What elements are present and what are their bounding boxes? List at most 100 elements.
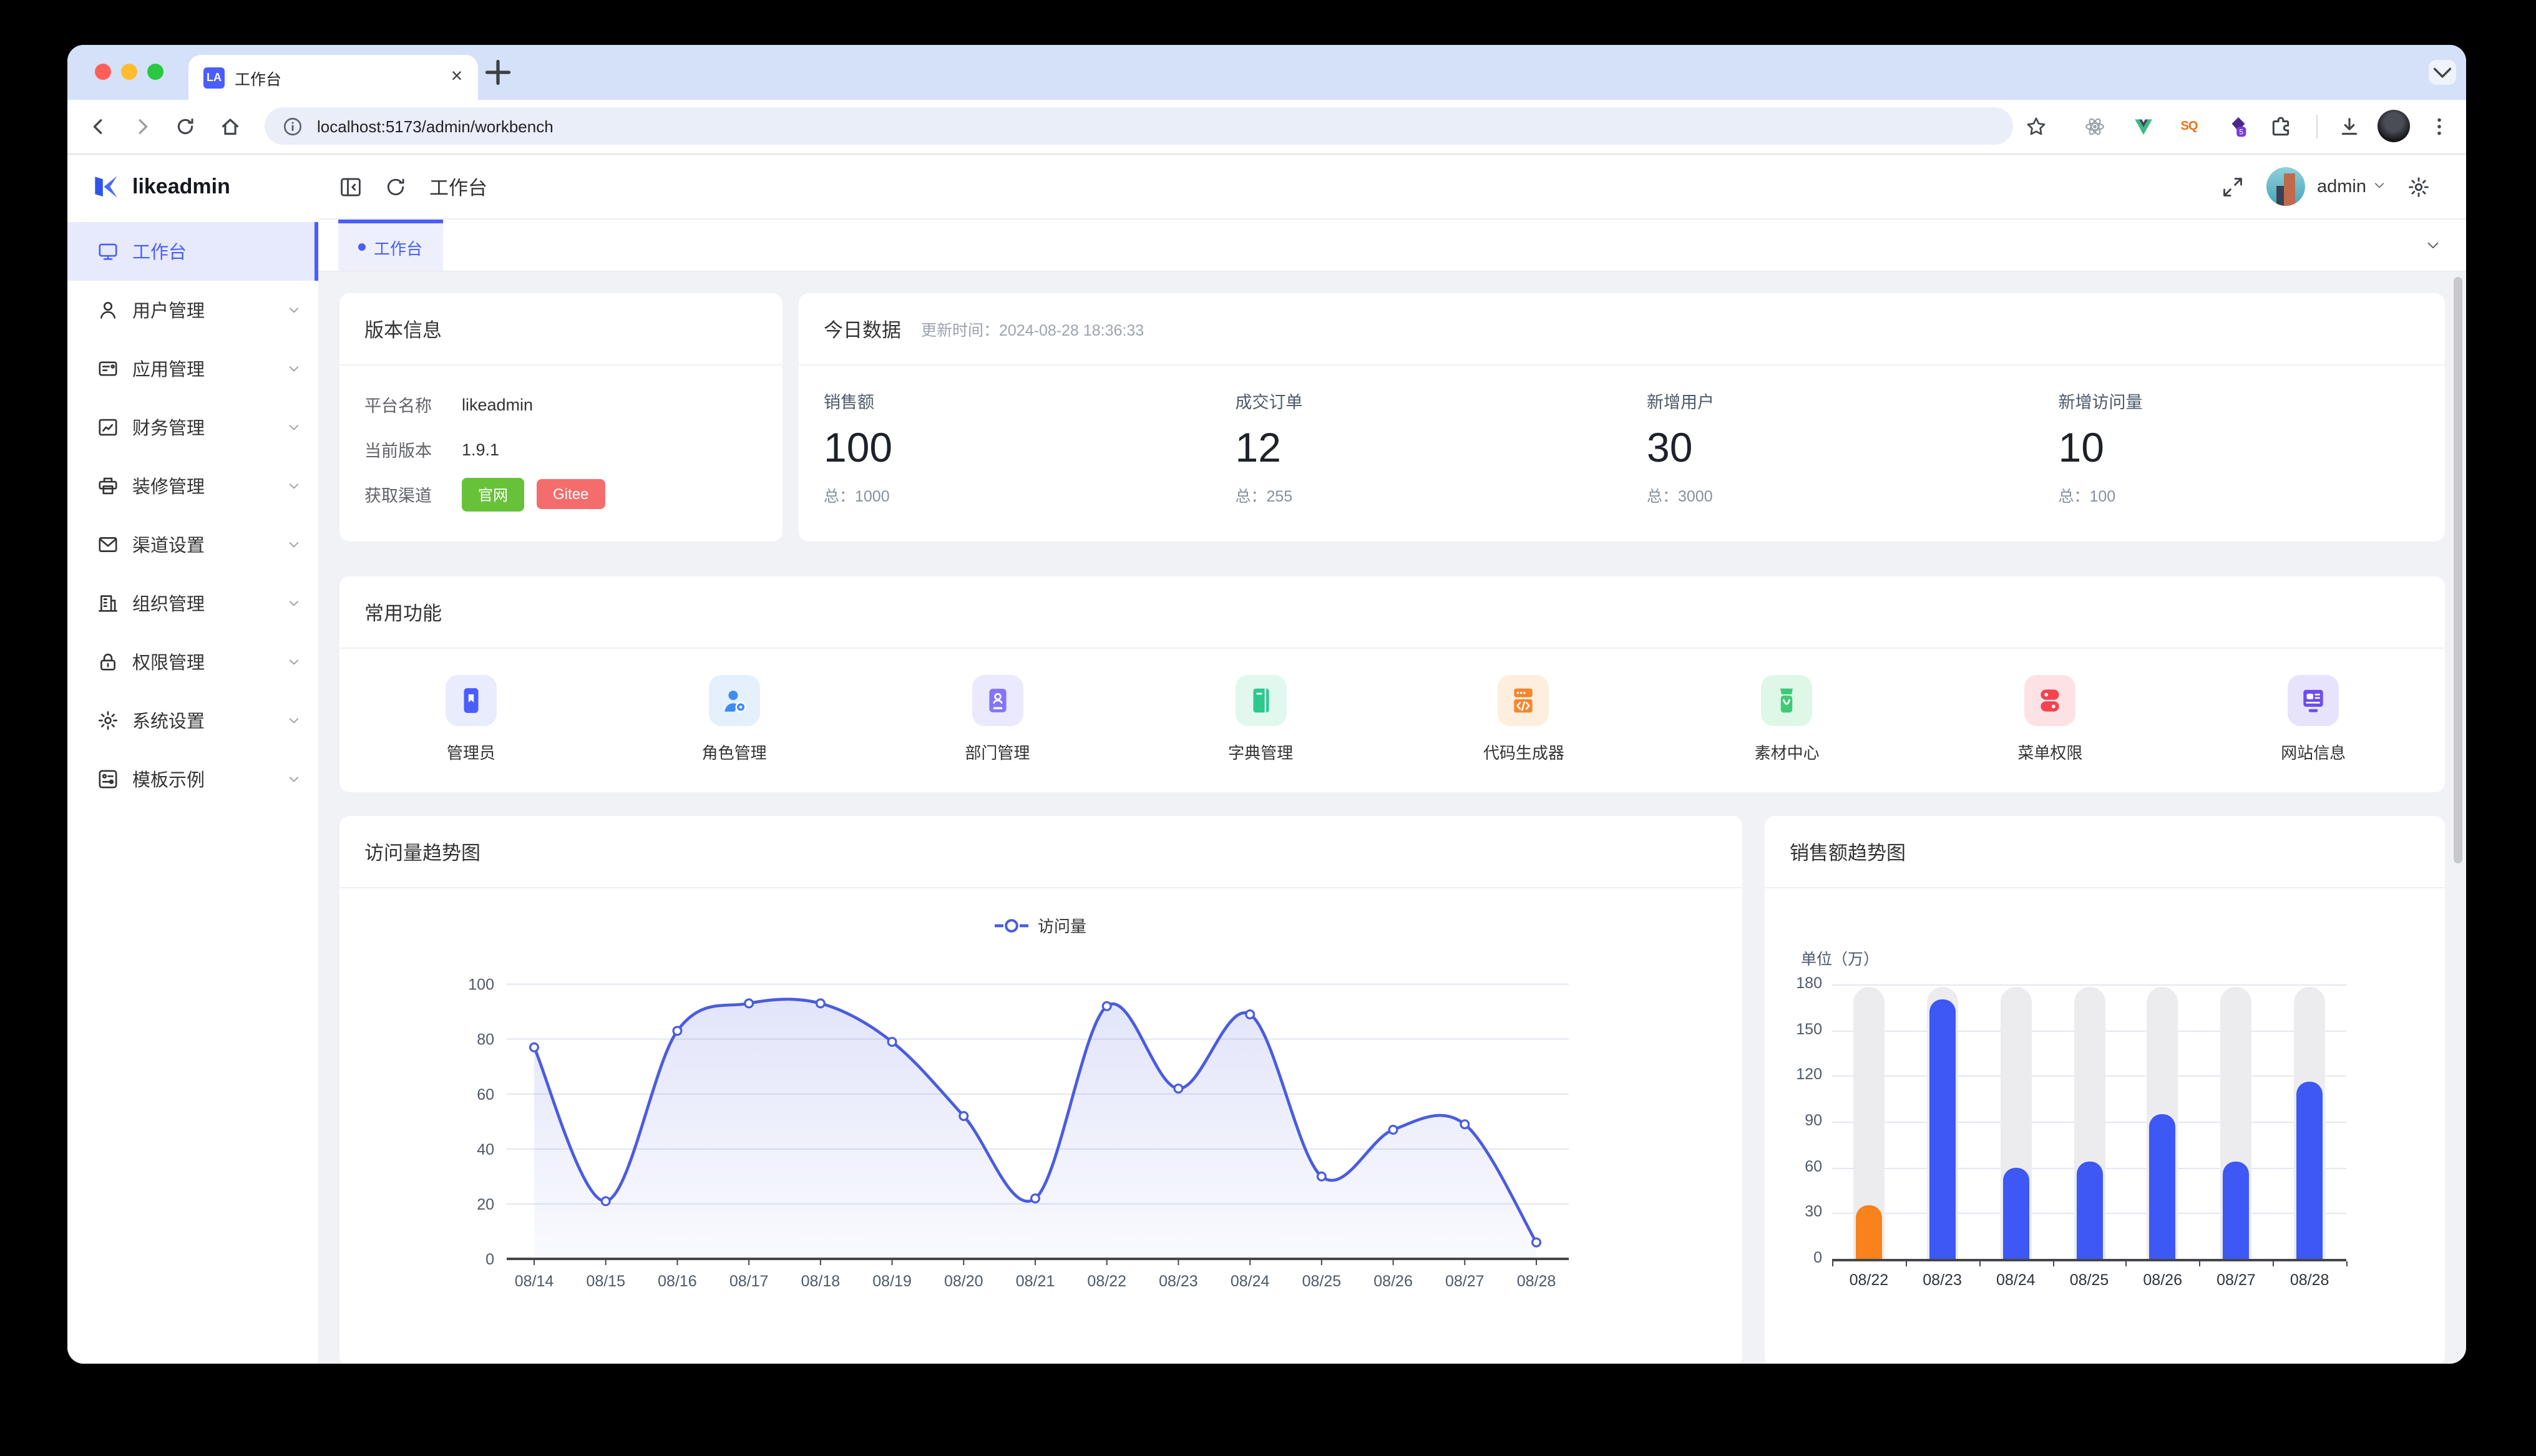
scrollbar-thumb[interactable]: [2454, 277, 2462, 863]
sidebar-item-label: 工作台: [132, 238, 187, 265]
version-row: 平台名称likeadmin: [364, 382, 758, 427]
quick-action-label: 网站信息: [2281, 740, 2346, 764]
sidebar-item-auth[interactable]: 权限管理: [67, 633, 318, 691]
sidebar-item-decorate[interactable]: 装修管理: [67, 457, 318, 515]
tab-search-chevron-icon[interactable]: [2429, 60, 2456, 85]
close-window-button[interactable]: [95, 64, 111, 80]
sidebar-item-label: 模板示例: [132, 766, 205, 792]
browser-window: LA 工作台 × localhost:5173/admin/workbench …: [67, 45, 2466, 1364]
tab-close-icon[interactable]: ×: [446, 66, 468, 89]
url-text: localhost:5173/admin/workbench: [317, 117, 554, 135]
tab-favicon: LA: [203, 67, 225, 88]
site-icon: [2288, 675, 2339, 726]
sidebar-item-channel[interactable]: 渠道设置: [67, 515, 318, 574]
y-axis-label: 30: [1765, 1203, 1822, 1221]
svg-text:08/19: 08/19: [872, 1273, 912, 1290]
chevron-down-icon: [287, 479, 301, 493]
axis-tick: [2052, 1261, 2054, 1266]
axis-tick: [2273, 1261, 2274, 1266]
back-icon[interactable]: [80, 109, 115, 143]
zoom-window-button[interactable]: [147, 64, 163, 80]
logo-text: likeadmin: [132, 174, 230, 199]
quick-action-管理员[interactable]: 管理员: [339, 675, 603, 764]
y-axis-label: 90: [1765, 1112, 1822, 1129]
quick-action-角色管理[interactable]: 角色管理: [603, 675, 866, 764]
svg-text:0: 0: [485, 1251, 494, 1268]
sales-bar-chart: 030609012015018008/2208/2308/2408/2508/2…: [1765, 953, 2445, 1327]
browser-toolbar: localhost:5173/admin/workbench SQ 5: [67, 100, 2466, 155]
bar-08/23: [1929, 999, 1956, 1259]
browser-menu-kebab-icon[interactable]: [2421, 109, 2456, 143]
axis-tick: [1979, 1261, 1980, 1266]
user-name: admin: [2317, 177, 2366, 197]
sales-card-title: 销售额趋势图: [1765, 816, 2445, 888]
tabbar-chevron-down-icon[interactable]: [2425, 237, 2441, 260]
browser-tab[interactable]: LA 工作台 ×: [188, 55, 478, 100]
template-icon: [97, 769, 132, 790]
site-info-icon[interactable]: [282, 115, 303, 137]
url-bar[interactable]: localhost:5173/admin/workbench: [265, 107, 2013, 145]
quick-action-字典管理[interactable]: 字典管理: [1129, 675, 1392, 764]
sq-extension-icon[interactable]: SQ: [2172, 109, 2207, 143]
user-menu[interactable]: admin: [2317, 177, 2386, 197]
browser-profile-avatar[interactable]: [2378, 110, 2410, 142]
app-logo[interactable]: likeadmin: [67, 155, 318, 218]
svg-text:20: 20: [477, 1196, 494, 1213]
minimize-window-button[interactable]: [121, 64, 137, 80]
quick-action-网站信息[interactable]: 网站信息: [2182, 675, 2445, 764]
x-axis-line: [1832, 1259, 2346, 1261]
extensions-puzzle-icon[interactable]: [2263, 109, 2298, 143]
collapse-sidebar-icon[interactable]: [338, 174, 363, 199]
downloads-icon[interactable]: [2331, 109, 2366, 143]
svg-text:60: 60: [477, 1086, 494, 1104]
stat-新增用户: 新增用户30总：3000: [1622, 388, 2034, 507]
stat-value: 12: [1236, 424, 1622, 472]
x-axis-label: 08/25: [2052, 1271, 2127, 1289]
quick-card-title: 常用功能: [339, 576, 2445, 649]
sidebar-item-app[interactable]: 应用管理: [67, 339, 318, 398]
tab-label: 工作台: [374, 235, 422, 259]
vue-devtools-extension-icon[interactable]: [2125, 109, 2160, 143]
channel-button-官网[interactable]: 官网: [462, 477, 524, 511]
react-devtools-extension-icon[interactable]: [2077, 109, 2112, 143]
user-avatar[interactable]: [2266, 167, 2304, 206]
active-dot: [359, 243, 366, 251]
svg-text:08/16: 08/16: [658, 1273, 697, 1290]
stat-total: 总：100: [2059, 483, 2446, 507]
svg-text:08/24: 08/24: [1231, 1273, 1270, 1290]
quick-action-素材中心[interactable]: 素材中心: [1656, 675, 1919, 764]
sidebar-item-user[interactable]: 用户管理: [67, 281, 318, 339]
new-tab-button[interactable]: [480, 55, 515, 90]
sidebar-item-org[interactable]: 组织管理: [67, 574, 318, 633]
axis-tick: [1906, 1261, 1907, 1266]
line-legend[interactable]: 访问量: [339, 913, 1742, 937]
sidebar-item-settings[interactable]: 系统设置: [67, 691, 318, 750]
quick-action-菜单权限[interactable]: 菜单权限: [1919, 675, 2182, 764]
quick-action-部门管理[interactable]: 部门管理: [866, 675, 1129, 764]
role-icon: [709, 675, 760, 726]
tab-workbench[interactable]: 工作台: [338, 220, 443, 271]
y-axis-label: 60: [1765, 1157, 1822, 1175]
y-axis-label: 0: [1765, 1249, 1822, 1266]
monitor-icon: [97, 241, 132, 262]
chevron-down-icon: [287, 655, 301, 669]
bookmark-star-icon[interactable]: [2018, 109, 2053, 143]
reload-icon[interactable]: [167, 109, 202, 143]
settings-gear-icon[interactable]: [2406, 174, 2431, 199]
sidebar-item-finance[interactable]: 财务管理: [67, 398, 318, 457]
refresh-page-icon[interactable]: [383, 174, 408, 199]
quick-action-代码生成器[interactable]: 代码生成器: [1392, 675, 1656, 764]
sidebar-item-template[interactable]: 模板示例: [67, 750, 318, 808]
sidebar-item-monitor[interactable]: 工作台: [67, 222, 318, 281]
svg-text:08/28: 08/28: [1517, 1273, 1556, 1290]
quick-action-label: 代码生成器: [1483, 740, 1564, 764]
channel-button-Gitee[interactable]: Gitee: [537, 479, 605, 509]
forward-icon[interactable]: [125, 109, 160, 143]
finance-icon: [97, 417, 132, 438]
home-icon[interactable]: [212, 109, 247, 143]
version-card-title: 版本信息: [339, 293, 783, 366]
fullscreen-icon[interactable]: [2220, 174, 2245, 199]
gem-extension-icon[interactable]: 5: [2220, 109, 2255, 143]
channel-icon: [97, 534, 132, 555]
chevron-down-icon: [287, 772, 301, 786]
